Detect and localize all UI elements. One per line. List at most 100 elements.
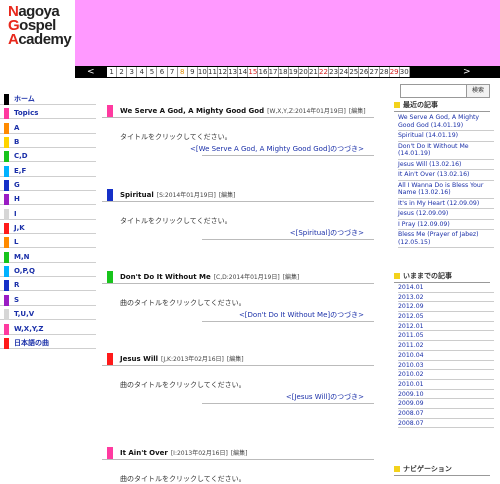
post-title-link[interactable]: Don't Do It Without Me [120, 273, 211, 281]
calendar-day[interactable]: 29 [389, 67, 400, 77]
category-color-marker [4, 280, 9, 292]
calendar-day[interactable]: 20 [298, 67, 309, 77]
archive-month-link[interactable]: 2009.09 [398, 399, 494, 409]
archive-month-link[interactable]: 2010.02 [398, 370, 494, 380]
archive-month-link[interactable]: 2009.10 [398, 390, 494, 400]
archive-month-link[interactable]: 2014.01 [398, 283, 494, 293]
recent-article-link[interactable]: Jesus Will (13.02.16) [398, 160, 494, 170]
site-logo[interactable]: Nagoya Gospel Academy [0, 0, 75, 66]
calendar-next-link[interactable]: > [463, 66, 471, 78]
nav-item[interactable]: W,X,Y,Z [0, 323, 96, 335]
archive-month-link[interactable]: 2011.02 [398, 341, 494, 351]
calendar-day[interactable]: 12 [218, 67, 229, 77]
calendar-day[interactable]: 21 [308, 67, 319, 77]
nav-item[interactable]: E,F [0, 165, 96, 177]
post-meta[interactable]: [W,X,Y,Z:2014年01月19日] [267, 108, 346, 115]
archive-month-link[interactable]: 2013.02 [398, 293, 494, 303]
post-meta[interactable]: [I:2013年02月16日] [171, 450, 228, 457]
nav-item[interactable]: B [0, 137, 96, 149]
calendar-day[interactable]: 10 [197, 67, 208, 77]
calendar-day[interactable]: 14 [238, 67, 249, 77]
search-input[interactable] [400, 84, 468, 98]
read-more-link[interactable]: <[Spiritual]のつづき> [290, 228, 364, 238]
search-button[interactable]: 検索 [466, 84, 490, 98]
read-more-link[interactable]: <[Jesus Will]のつづき> [286, 392, 364, 402]
archive-month-link[interactable]: 2012.01 [398, 322, 494, 332]
nav-item[interactable]: A [0, 122, 96, 134]
calendar-day[interactable]: 6 [157, 67, 168, 77]
post-title-link[interactable]: We Serve A God, A Mighty Good God [120, 107, 264, 115]
archive-month-link[interactable]: 2008.07 [398, 419, 494, 429]
calendar-day[interactable]: 1 [107, 67, 118, 77]
calendar-day[interactable]: 3 [127, 67, 138, 77]
edit-link[interactable]: [編集] [219, 192, 236, 199]
nav-item[interactable]: T,U,V [0, 309, 96, 321]
calendar-day[interactable]: 17 [268, 67, 279, 77]
recent-article-link[interactable]: Jesus (12.09.09) [398, 209, 494, 220]
post-meta[interactable]: [J,K:2013年02月16日] [161, 356, 224, 363]
nav-item[interactable]: M,N [0, 251, 96, 263]
nav-item[interactable]: ホーム [0, 94, 96, 105]
archive-month-link[interactable]: 2010.01 [398, 380, 494, 390]
archive-month-link[interactable]: 2012.09 [398, 302, 494, 313]
nav-item[interactable]: Topics [0, 108, 96, 120]
recent-article-link[interactable]: It Ain't Over (13.02.16) [398, 170, 494, 181]
recent-article-link[interactable]: All I Wanna Do is Bless Your Name (13.02… [398, 181, 494, 199]
category-color-marker [4, 108, 9, 120]
calendar-day[interactable]: 19 [288, 67, 299, 77]
archive-month-link[interactable]: 2010.03 [398, 361, 494, 371]
recent-article-link[interactable]: I Pray (12.09.09) [398, 220, 494, 230]
recent-article-link[interactable]: We Serve A God, A Mighty Good God (14.01… [398, 113, 494, 131]
calendar-day[interactable]: 9 [187, 67, 198, 77]
nav-item[interactable]: S [0, 294, 96, 306]
calendar-day[interactable]: 11 [207, 67, 219, 77]
edit-link[interactable]: [編集] [227, 356, 244, 363]
archive-month-link[interactable]: 2011.05 [398, 331, 494, 342]
post-meta[interactable]: [S:2014年01月19日] [157, 192, 216, 199]
calendar-day[interactable]: 28 [379, 67, 390, 77]
calendar-day[interactable]: 15 [248, 67, 259, 77]
calendar-day[interactable]: 18 [278, 67, 289, 77]
calendar-day[interactable]: 4 [137, 67, 148, 77]
nav-item[interactable]: H [0, 194, 96, 206]
calendar-day[interactable]: 25 [349, 67, 360, 77]
read-more-link[interactable]: <[We Serve A God, A Mighty Good God]のつづき… [190, 144, 364, 154]
nav-item[interactable]: L [0, 237, 96, 249]
calendar-day[interactable]: 5 [147, 67, 158, 77]
edit-link[interactable]: [編集] [283, 274, 300, 281]
recent-heading: 最近の記事 [394, 100, 490, 112]
archive-month-link[interactable]: 2010.04 [398, 351, 494, 361]
calendar-day[interactable]: 2 [117, 67, 128, 77]
calendar-prev-link[interactable]: < [87, 66, 95, 78]
calendar-day[interactable]: 16 [258, 67, 269, 77]
calendar-day[interactable]: 8 [177, 67, 188, 77]
edit-link[interactable]: [編集] [349, 108, 366, 115]
calendar-day[interactable]: 30 [399, 67, 410, 77]
calendar-day[interactable]: 23 [329, 67, 340, 77]
nav-item[interactable]: J,K [0, 223, 96, 235]
recent-article-link[interactable]: Spiritual (14.01.19) [398, 131, 494, 142]
nav-item[interactable]: I [0, 208, 96, 220]
nav-item[interactable]: R [0, 280, 96, 292]
nav-item[interactable]: C,D [0, 151, 96, 163]
calendar-day[interactable]: 13 [228, 67, 239, 77]
recent-article-link[interactable]: Don't Do It Without Me (14.01.19) [398, 142, 494, 160]
edit-link[interactable]: [編集] [231, 450, 248, 457]
post-title-link[interactable]: It Ain't Over [120, 449, 168, 457]
nav-item[interactable]: G [0, 180, 96, 192]
calendar-day[interactable]: 26 [359, 67, 370, 77]
recent-article-link[interactable]: It's in My Heart (12.09.09) [398, 199, 494, 209]
nav-item[interactable]: O,P,Q [0, 266, 96, 278]
calendar-day[interactable]: 27 [369, 67, 380, 77]
recent-article-link[interactable]: Bless Me (Prayer of Jabez) (12.05.15) [398, 230, 494, 248]
post-title-link[interactable]: Spiritual [120, 191, 154, 199]
read-more-link[interactable]: <[Don't Do It Without Me]のつづき> [239, 310, 364, 320]
post-title-link[interactable]: Jesus Will [120, 355, 158, 363]
archive-month-link[interactable]: 2008.07 [398, 409, 494, 419]
calendar-day[interactable]: 7 [167, 67, 178, 77]
nav-item[interactable]: 日本語の曲 [0, 337, 96, 349]
calendar-day[interactable]: 24 [339, 67, 350, 77]
archive-month-link[interactable]: 2012.05 [398, 312, 494, 322]
post-meta[interactable]: [C,D:2014年01月19日] [214, 274, 280, 281]
calendar-day[interactable]: 22 [318, 67, 330, 77]
